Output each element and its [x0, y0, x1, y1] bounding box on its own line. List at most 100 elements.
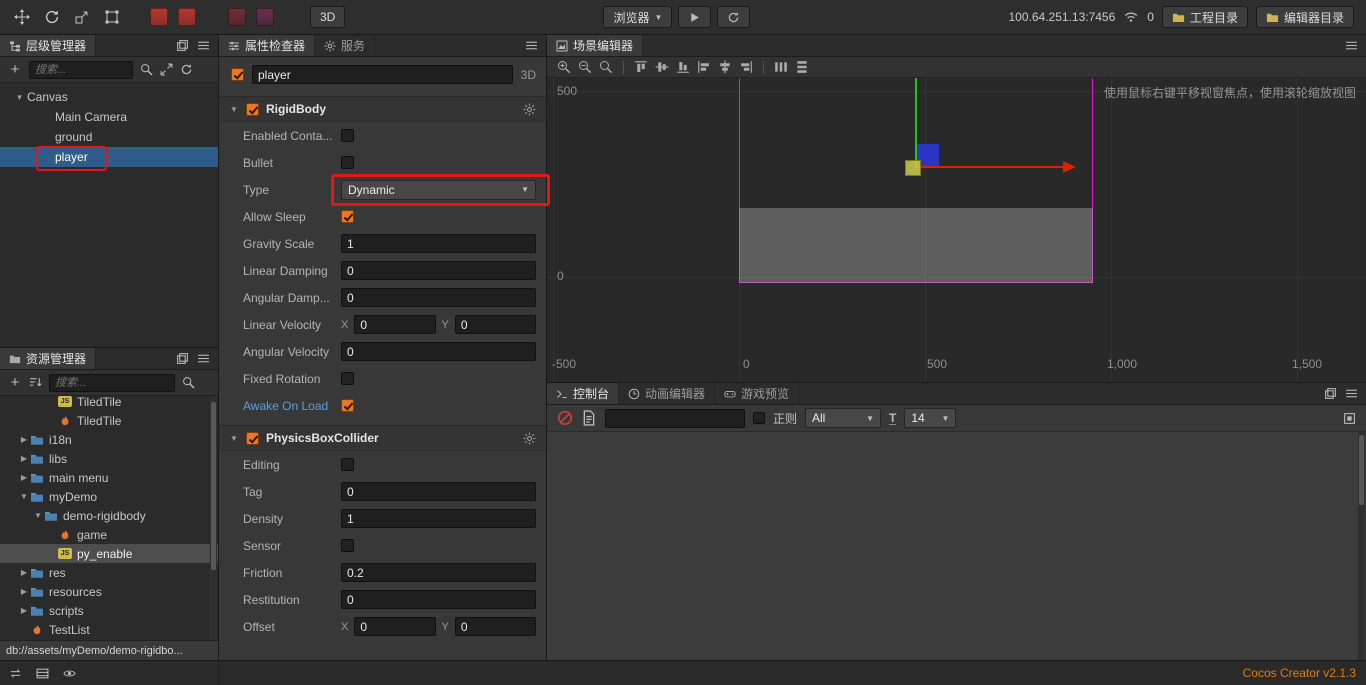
property-checkbox[interactable] — [341, 399, 354, 412]
panel-menu-icon[interactable] — [197, 39, 210, 52]
property-input[interactable] — [341, 482, 536, 501]
expand-all-icon[interactable] — [160, 63, 173, 76]
plugin-button-2[interactable] — [178, 8, 196, 26]
tab-properties[interactable]: 属性检查器 — [219, 35, 316, 56]
property-input[interactable] — [341, 590, 536, 609]
console-filter-input[interactable] — [605, 408, 745, 428]
asset-py-enable[interactable]: JS py_enable — [0, 544, 218, 563]
tab-animation-editor[interactable]: 动画编辑器 — [619, 383, 716, 404]
gear-icon[interactable] — [523, 103, 536, 116]
distribute-v-icon[interactable] — [794, 60, 810, 74]
layout-swap-icon[interactable] — [9, 667, 22, 680]
popout-icon[interactable] — [1324, 387, 1337, 400]
node-name-input[interactable] — [252, 65, 513, 84]
asset-main-menu[interactable]: ▶ main menu — [0, 468, 218, 487]
asset-libs[interactable]: ▶ libs — [0, 449, 218, 468]
create-asset-button[interactable]: + — [8, 375, 22, 390]
play-button[interactable] — [678, 6, 712, 28]
component-header[interactable]: ▼ PhysicsBoxCollider — [219, 425, 546, 451]
property-checkbox[interactable] — [341, 210, 354, 223]
property-input[interactable] — [341, 261, 536, 280]
search-icon[interactable] — [140, 63, 153, 76]
move-tool-icon[interactable] — [12, 7, 32, 27]
asset-demo-rigidbody[interactable]: ▼ demo-rigidbody — [0, 506, 218, 525]
popout-icon[interactable] — [176, 39, 189, 52]
property-x-input[interactable] — [354, 315, 436, 334]
assets-search-input[interactable] — [49, 373, 175, 392]
align-bottom-icon[interactable] — [675, 60, 691, 74]
assets-scrollbar[interactable] — [210, 396, 217, 640]
open-project-dir-button[interactable]: 工程目录 — [1161, 6, 1248, 28]
panel-menu-icon[interactable] — [1345, 39, 1358, 52]
asset-tiledtile[interactable]: TiledTile — [0, 411, 218, 430]
asset-game[interactable]: game — [0, 525, 218, 544]
tab-hierarchy[interactable]: 层级管理器 — [0, 35, 97, 56]
property-input[interactable] — [341, 509, 536, 528]
gizmo-plane-handle[interactable] — [905, 160, 921, 176]
asset-testlist[interactable]: TestList — [0, 620, 218, 639]
collapse-arrow-icon[interactable]: ▼ — [229, 105, 239, 114]
property-x-input[interactable] — [354, 617, 436, 636]
refresh-hierarchy-icon[interactable] — [180, 63, 193, 76]
asset-i18n[interactable]: ▶ i18n — [0, 430, 218, 449]
panel-menu-icon[interactable] — [1345, 387, 1358, 400]
property-y-input[interactable] — [454, 617, 536, 636]
ground-node-sprite[interactable] — [739, 208, 1093, 283]
align-right-icon[interactable] — [738, 60, 754, 74]
scene-canvas[interactable]: 500 0 -500 0 500 1,000 1,500 使用鼠标右键平移视窗焦… — [547, 78, 1366, 382]
component-enabled-checkbox[interactable] — [246, 431, 259, 445]
property-checkbox[interactable] — [341, 372, 354, 385]
align-hcenter-icon[interactable] — [717, 60, 733, 74]
property-input[interactable] — [341, 234, 536, 253]
tab-scene[interactable]: 场景编辑器 — [547, 35, 644, 56]
asset-scripts[interactable]: ▶ scripts — [0, 601, 218, 620]
hierarchy-node-ground[interactable]: ground — [0, 127, 218, 147]
align-vcenter-icon[interactable] — [654, 60, 670, 74]
open-log-file-icon[interactable] — [581, 410, 597, 426]
preview-refresh-button[interactable] — [717, 6, 751, 28]
component-enabled-checkbox[interactable] — [246, 102, 259, 116]
clear-console-icon[interactable] — [557, 410, 573, 426]
asset-res[interactable]: ▶ res — [0, 563, 218, 582]
regex-checkbox[interactable] — [753, 412, 765, 424]
preview-target-dropdown[interactable]: 浏览器 ▼ — [603, 6, 673, 28]
tab-assets[interactable]: 资源管理器 — [0, 348, 97, 369]
gizmo-x-axis[interactable] — [916, 166, 1064, 168]
asset-tiledtile[interactable]: JS TiledTile — [0, 396, 218, 411]
property-input[interactable] — [341, 563, 536, 582]
gear-icon[interactable] — [523, 432, 536, 445]
align-top-icon[interactable] — [633, 60, 649, 74]
rect-tool-icon[interactable] — [102, 7, 122, 27]
gizmo-y-axis[interactable] — [915, 78, 917, 168]
hierarchy-search-input[interactable] — [29, 60, 133, 79]
align-left-icon[interactable] — [696, 60, 712, 74]
property-checkbox[interactable] — [341, 539, 354, 552]
font-size-dropdown[interactable]: 14 ▼ — [904, 408, 957, 428]
component-header[interactable]: ▼ RigidBody — [219, 96, 546, 122]
zoom-in-icon[interactable] — [556, 60, 572, 74]
zoom-out-icon[interactable] — [577, 60, 593, 74]
log-level-dropdown[interactable]: All ▼ — [805, 408, 882, 428]
collapse-panel-icon[interactable] — [1343, 412, 1356, 425]
hierarchy-node-main-camera[interactable]: Main Camera — [0, 107, 218, 127]
plugin-button-3[interactable] — [228, 8, 246, 26]
plugin-button-1[interactable] — [150, 8, 168, 26]
panel-menu-icon[interactable] — [197, 352, 210, 365]
tab-services[interactable]: 服务 — [315, 35, 376, 56]
panel-menu-icon[interactable] — [525, 39, 538, 52]
property-dropdown[interactable]: Dynamic ▼ — [341, 179, 536, 200]
scale-tool-icon[interactable] — [72, 7, 92, 27]
hierarchy-node-canvas[interactable]: ▼ Canvas — [0, 87, 218, 107]
distribute-h-icon[interactable] — [773, 60, 789, 74]
asset-mydemo[interactable]: ▼ myDemo — [0, 487, 218, 506]
property-y-input[interactable] — [454, 315, 536, 334]
asset-resources[interactable]: ▶ resources — [0, 582, 218, 601]
log-list-icon[interactable] — [36, 667, 49, 680]
property-checkbox[interactable] — [341, 156, 354, 169]
open-editor-dir-button[interactable]: 编辑器目录 — [1255, 6, 1354, 28]
eye-icon[interactable] — [63, 667, 76, 680]
plugin-button-4[interactable] — [256, 8, 274, 26]
zoom-reset-icon[interactable] — [598, 60, 614, 74]
popout-icon[interactable] — [176, 352, 189, 365]
hierarchy-node-player[interactable]: player — [0, 147, 218, 167]
